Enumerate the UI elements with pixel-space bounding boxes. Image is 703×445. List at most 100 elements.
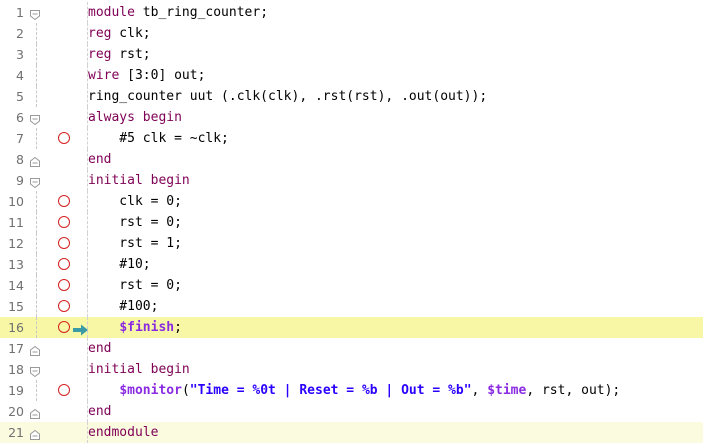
keyword-token: wire bbox=[88, 68, 120, 83]
code-text[interactable]: $finish; bbox=[88, 317, 182, 338]
code-line[interactable]: 2 reg clk; bbox=[0, 23, 703, 44]
code-line[interactable]: 5 ring_counter uut (.clk(clk), .rst(rst),… bbox=[0, 86, 703, 107]
breakpoint-icon[interactable] bbox=[58, 279, 70, 291]
fold-guide bbox=[36, 212, 37, 233]
breakpoint-icon[interactable] bbox=[58, 384, 70, 396]
keyword-token: end bbox=[88, 404, 112, 419]
breakpoint-icon[interactable] bbox=[58, 132, 70, 144]
code-text[interactable]: rst = 0; bbox=[88, 212, 182, 233]
code-token: #100; bbox=[88, 299, 159, 314]
fold-guide bbox=[36, 65, 37, 86]
code-line[interactable]: 7 #5 clk = ~clk; bbox=[0, 128, 703, 149]
line-number: 19 bbox=[8, 383, 24, 398]
current-execution-line[interactable]: 16 $finish; bbox=[0, 317, 703, 338]
code-text[interactable]: ring_counter uut (.clk(clk), .rst(rst), … bbox=[88, 86, 487, 107]
breakpoint-icon[interactable] bbox=[58, 321, 70, 333]
code-line[interactable]: 18 initial begin bbox=[0, 359, 703, 380]
code-token: ( bbox=[181, 383, 190, 398]
line-number: 4 bbox=[16, 68, 24, 83]
code-text[interactable]: clk = 0; bbox=[88, 191, 182, 212]
line-number: 6 bbox=[16, 110, 24, 125]
code-token: #10; bbox=[88, 257, 151, 272]
fold-collapse-icon[interactable] bbox=[29, 363, 41, 378]
code-token: tb_ring_counter; bbox=[134, 5, 269, 20]
code-text[interactable]: initial begin bbox=[88, 359, 190, 380]
code-token: ; bbox=[174, 320, 182, 335]
line-number: 1 bbox=[16, 5, 24, 20]
code-line[interactable]: 6 always begin bbox=[0, 107, 703, 128]
line-number: 5 bbox=[16, 89, 24, 104]
code-line[interactable]: 21 endmodule bbox=[0, 422, 703, 443]
code-token: , rst, out); bbox=[526, 383, 621, 398]
keyword-token: initial bbox=[88, 362, 143, 377]
breakpoint-icon[interactable] bbox=[58, 300, 70, 312]
code-text[interactable]: #5 clk = ~clk; bbox=[88, 128, 229, 149]
code-text[interactable]: endmodule bbox=[88, 422, 158, 443]
code-text[interactable]: rst = 1; bbox=[88, 233, 182, 254]
code-line[interactable]: 13 #10; bbox=[0, 254, 703, 275]
fold-collapse-icon[interactable] bbox=[29, 111, 41, 126]
string-token: "Time = %0t | Reset = %b | Out = %b" bbox=[189, 383, 472, 398]
code-text[interactable]: reg clk; bbox=[88, 23, 151, 44]
code-text[interactable]: initial begin bbox=[88, 170, 190, 191]
line-number: 2 bbox=[16, 26, 24, 41]
breakpoint-icon[interactable] bbox=[58, 195, 70, 207]
fold-end-icon[interactable] bbox=[29, 405, 41, 419]
line-number: 8 bbox=[16, 152, 24, 167]
code-line[interactable]: 12 rst = 1; bbox=[0, 233, 703, 254]
code-token: #5 clk = ~clk; bbox=[88, 131, 229, 146]
breakpoint-icon[interactable] bbox=[58, 237, 70, 249]
code-text[interactable]: wire [3:0] out; bbox=[88, 65, 205, 86]
line-number: 10 bbox=[8, 194, 24, 209]
code-line[interactable]: 1 module tb_ring_counter; bbox=[0, 2, 703, 23]
code-token: [3:0] out; bbox=[119, 68, 206, 83]
keyword-token: end bbox=[88, 341, 112, 356]
fold-guide bbox=[36, 380, 37, 401]
code-line[interactable]: 14 rst = 0; bbox=[0, 275, 703, 296]
code-line[interactable]: 9 initial begin bbox=[0, 170, 703, 191]
code-line[interactable]: 8 end bbox=[0, 149, 703, 170]
fold-guide bbox=[36, 191, 37, 212]
code-text[interactable]: #10; bbox=[88, 254, 151, 275]
breakpoint-icon[interactable] bbox=[58, 258, 70, 270]
fold-guide bbox=[36, 233, 37, 254]
code-line[interactable]: 20 end bbox=[0, 401, 703, 422]
fold-collapse-icon[interactable] bbox=[29, 174, 41, 189]
code-line[interactable]: 11 rst = 0; bbox=[0, 212, 703, 233]
code-text[interactable]: end bbox=[88, 149, 111, 170]
fold-guide bbox=[36, 44, 37, 65]
code-token: rst = 0; bbox=[88, 278, 182, 293]
fold-end-icon[interactable] bbox=[29, 426, 41, 440]
code-token: clk; bbox=[111, 26, 151, 41]
fold-collapse-icon[interactable] bbox=[29, 6, 41, 21]
code-line[interactable]: 10 clk = 0; bbox=[0, 191, 703, 212]
code-line[interactable]: 15 #100; bbox=[0, 296, 703, 317]
keyword-token: reg bbox=[88, 47, 112, 62]
code-text[interactable]: always begin bbox=[88, 107, 182, 128]
code-line[interactable]: 4 wire [3:0] out; bbox=[0, 65, 703, 86]
fold-end-icon[interactable] bbox=[29, 342, 41, 356]
code-text[interactable]: end bbox=[88, 401, 111, 422]
fold-guide bbox=[36, 317, 37, 338]
code-line[interactable]: 17 end bbox=[0, 338, 703, 359]
code-text[interactable]: $monitor("Time = %0t | Reset = %b | Out … bbox=[88, 380, 620, 401]
code-text[interactable]: reg rst; bbox=[88, 44, 151, 65]
code-editor[interactable]: 1 module tb_ring_counter; 2 reg clk; 3 reg rs… bbox=[0, 0, 703, 443]
code-line[interactable]: 19 $monitor("Time = %0t | Reset = %b | O… bbox=[0, 380, 703, 401]
line-number: 18 bbox=[8, 362, 24, 377]
fold-end-icon[interactable] bbox=[29, 153, 41, 167]
code-text[interactable]: rst = 0; bbox=[88, 275, 182, 296]
code-text[interactable]: end bbox=[88, 338, 111, 359]
fold-guide bbox=[36, 128, 37, 149]
breakpoint-icon[interactable] bbox=[58, 216, 70, 228]
code-text[interactable]: #100; bbox=[88, 296, 158, 317]
line-number: 16 bbox=[8, 320, 24, 335]
system-task-token: $time bbox=[487, 383, 527, 398]
code-line[interactable]: 3 reg rst; bbox=[0, 44, 703, 65]
keyword-token: end bbox=[88, 152, 112, 167]
code-token: rst = 1; bbox=[88, 236, 182, 251]
code-token: clk = 0; bbox=[88, 194, 182, 209]
code-text[interactable]: module tb_ring_counter; bbox=[88, 2, 268, 23]
